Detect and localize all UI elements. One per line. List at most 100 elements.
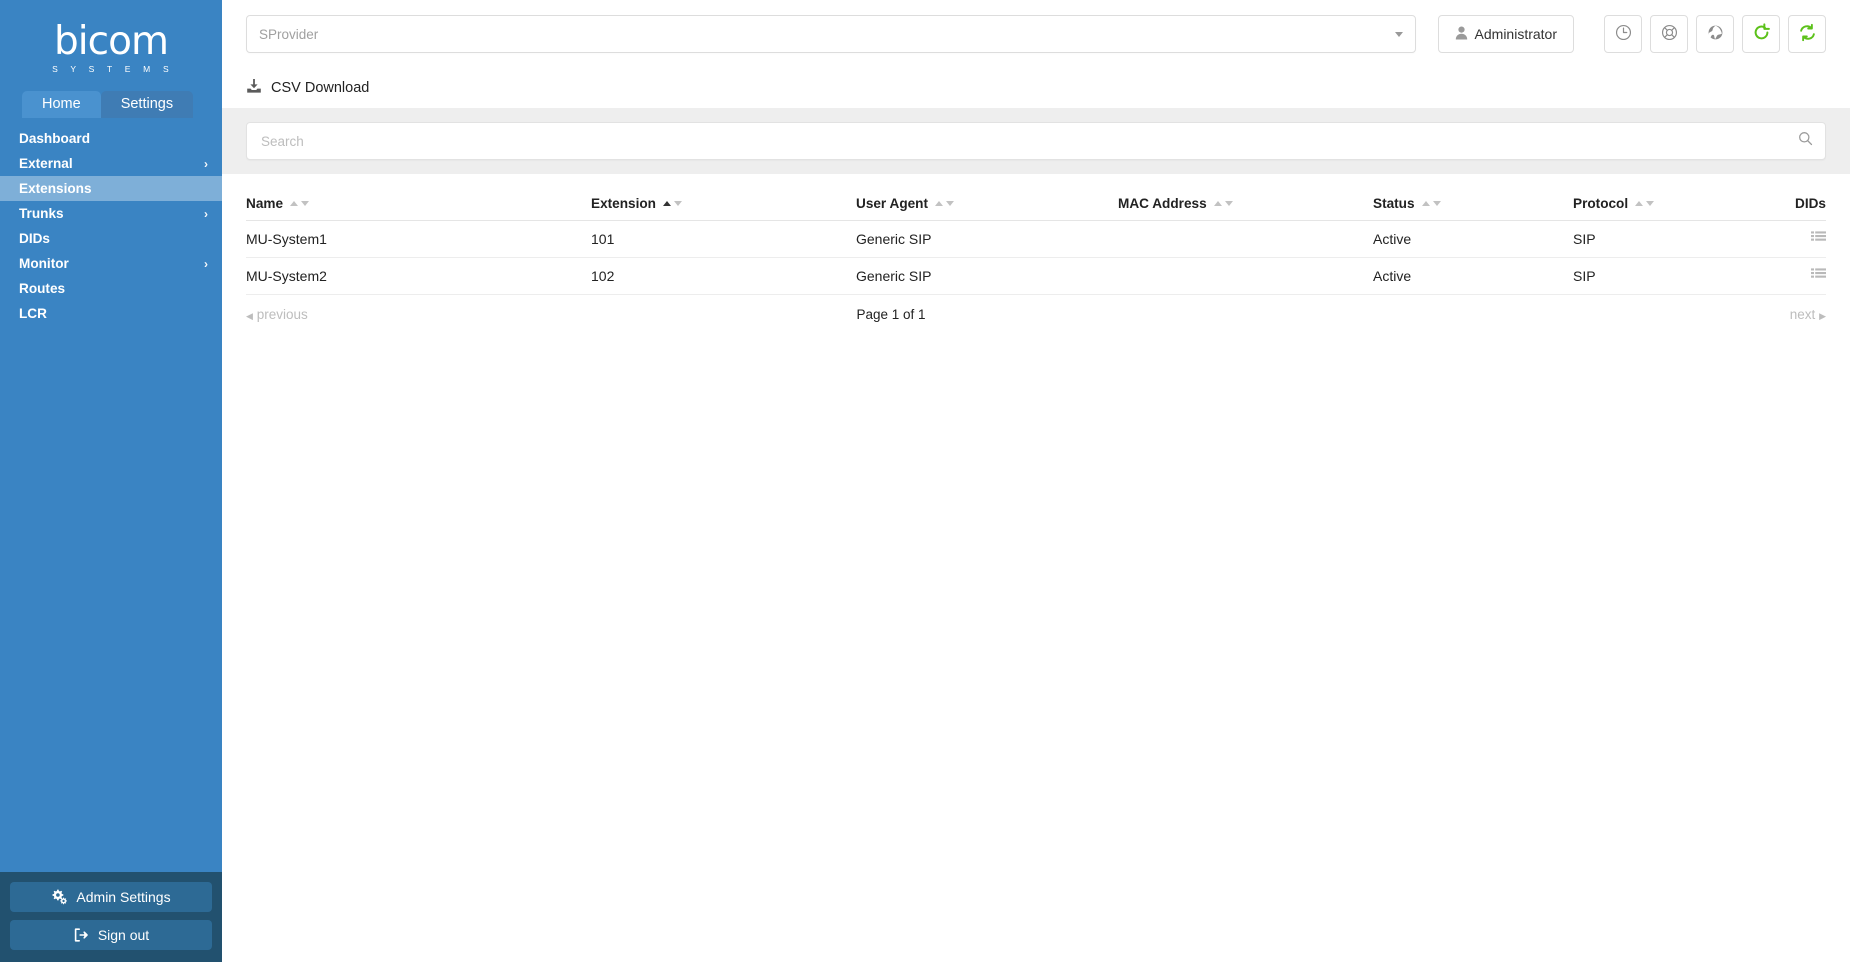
cell-protocol: SIP	[1573, 220, 1793, 258]
cell-mac-address	[1118, 220, 1373, 258]
column-header-extension[interactable]: Extension	[591, 174, 856, 221]
app-root: bicom S Y S T E M S Home Settings Dashbo…	[0, 0, 1850, 962]
extensions-table-wrap: Name Extension User Agent MAC Address St…	[222, 174, 1850, 295]
cell-status: Active	[1373, 220, 1573, 258]
sidebar-item-routes[interactable]: Routes	[0, 276, 222, 301]
top-bar: SProvider Administrator	[222, 0, 1850, 68]
list-icon[interactable]	[1811, 231, 1826, 247]
sort-desc-icon[interactable]	[1646, 201, 1655, 206]
sort-desc-icon[interactable]	[301, 201, 310, 206]
csv-download-label: CSV Download	[271, 80, 370, 96]
sync-button[interactable]	[1788, 15, 1826, 53]
search-band	[222, 108, 1850, 174]
download-icon	[246, 78, 262, 98]
sidebar-menu: Dashboard External › Extensions Trunks ›…	[0, 118, 222, 326]
column-header-mac-address[interactable]: MAC Address	[1118, 174, 1373, 221]
column-header-status[interactable]: Status	[1373, 174, 1573, 221]
top-icon-group	[1604, 15, 1826, 53]
previous-page-button[interactable]: ◀ previous	[246, 307, 308, 322]
sort-asc-icon[interactable]	[935, 201, 944, 206]
cell-extension: 101	[591, 220, 856, 258]
csv-toolbar: CSV Download	[222, 68, 1850, 108]
admin-settings-button[interactable]: Admin Settings	[10, 882, 212, 912]
sidebar-item-extensions[interactable]: Extensions	[0, 176, 222, 201]
column-header-name[interactable]: Name	[246, 174, 591, 221]
search-input[interactable]	[247, 123, 1825, 159]
sidebar-item-monitor[interactable]: Monitor ›	[0, 251, 222, 276]
column-header-dids: DIDs	[1793, 174, 1826, 221]
table-row[interactable]: MU-System1 101 Generic SIP Active SIP	[246, 220, 1826, 258]
user-icon	[1455, 26, 1468, 43]
caret-right-icon: ▶	[1819, 311, 1826, 321]
tab-home[interactable]: Home	[22, 90, 101, 118]
sort-controls	[290, 201, 310, 206]
clock-button[interactable]	[1604, 15, 1642, 53]
sidebar-item-label: Routes	[19, 281, 66, 296]
reload-button[interactable]	[1742, 15, 1780, 53]
support-button[interactable]	[1650, 15, 1688, 53]
gears-icon	[51, 889, 68, 905]
sync-icon	[1798, 23, 1817, 45]
column-label: Protocol	[1573, 196, 1629, 211]
sort-asc-icon[interactable]	[1421, 201, 1430, 206]
cell-user-agent: Generic SIP	[856, 257, 1118, 295]
sort-desc-icon[interactable]	[673, 201, 682, 206]
cell-user-agent: Generic SIP	[856, 220, 1118, 258]
sidebar-item-label: Trunks	[19, 206, 64, 221]
column-label: User Agent	[856, 196, 929, 211]
provider-select-value: SProvider	[259, 26, 319, 42]
chevron-down-icon	[1394, 31, 1403, 37]
sidebar-item-label: DIDs	[19, 231, 50, 246]
sort-controls	[1635, 201, 1655, 206]
sort-asc-icon[interactable]	[290, 201, 299, 206]
sidebar-item-dashboard[interactable]: Dashboard	[0, 126, 222, 151]
sign-out-icon	[73, 927, 89, 943]
sort-desc-icon[interactable]	[946, 201, 955, 206]
previous-page-label: previous	[256, 307, 308, 322]
search-container	[246, 122, 1826, 160]
sidebar-item-dids[interactable]: DIDs	[0, 226, 222, 251]
sort-asc-icon[interactable]	[1635, 201, 1644, 206]
sidebar-item-label: Monitor	[19, 256, 69, 271]
user-menu-label: Administrator	[1474, 26, 1557, 42]
chevron-right-icon: ›	[204, 156, 208, 171]
csv-download-link[interactable]: CSV Download	[246, 78, 369, 98]
reload-icon	[1752, 23, 1771, 45]
sidebar: bicom S Y S T E M S Home Settings Dashbo…	[0, 0, 222, 962]
column-header-user-agent[interactable]: User Agent	[856, 174, 1118, 221]
sidebar-item-label: LCR	[19, 306, 47, 321]
chevron-right-icon: ›	[204, 256, 208, 271]
tab-settings[interactable]: Settings	[100, 90, 194, 118]
sign-out-label: Sign out	[97, 927, 150, 943]
cell-protocol: SIP	[1573, 257, 1793, 295]
cell-dids	[1793, 257, 1826, 295]
column-label: DIDs	[1795, 196, 1826, 211]
sort-controls	[1213, 201, 1233, 206]
globe-button[interactable]	[1696, 15, 1734, 53]
next-page-button[interactable]: next ▶	[1790, 307, 1826, 322]
sidebar-footer: Admin Settings Sign out	[0, 872, 222, 962]
list-icon[interactable]	[1811, 268, 1826, 284]
sort-asc-icon[interactable]	[662, 201, 671, 206]
provider-select[interactable]: SProvider	[246, 15, 1416, 53]
sidebar-item-trunks[interactable]: Trunks ›	[0, 201, 222, 226]
sidebar-item-label: Dashboard	[19, 131, 91, 146]
table-header-row: Name Extension User Agent MAC Address St…	[246, 174, 1826, 221]
logo-subtext: S Y S T E M S	[52, 64, 174, 74]
sort-asc-icon[interactable]	[1213, 201, 1222, 206]
table-row[interactable]: MU-System2 102 Generic SIP Active SIP	[246, 257, 1826, 295]
sidebar-item-external[interactable]: External ›	[0, 151, 222, 176]
sort-controls	[935, 201, 955, 206]
column-header-protocol[interactable]: Protocol	[1573, 174, 1793, 221]
user-menu-button[interactable]: Administrator	[1437, 15, 1574, 53]
globe-icon	[1706, 23, 1725, 45]
next-page-label: next	[1789, 307, 1816, 322]
sidebar-item-lcr[interactable]: LCR	[0, 301, 222, 326]
sort-controls	[662, 201, 682, 206]
caret-left-icon: ◀	[246, 311, 253, 321]
sort-desc-icon[interactable]	[1224, 201, 1233, 206]
sidebar-item-label: Extensions	[19, 181, 92, 196]
sign-out-button[interactable]: Sign out	[10, 920, 212, 950]
sort-desc-icon[interactable]	[1432, 201, 1441, 206]
